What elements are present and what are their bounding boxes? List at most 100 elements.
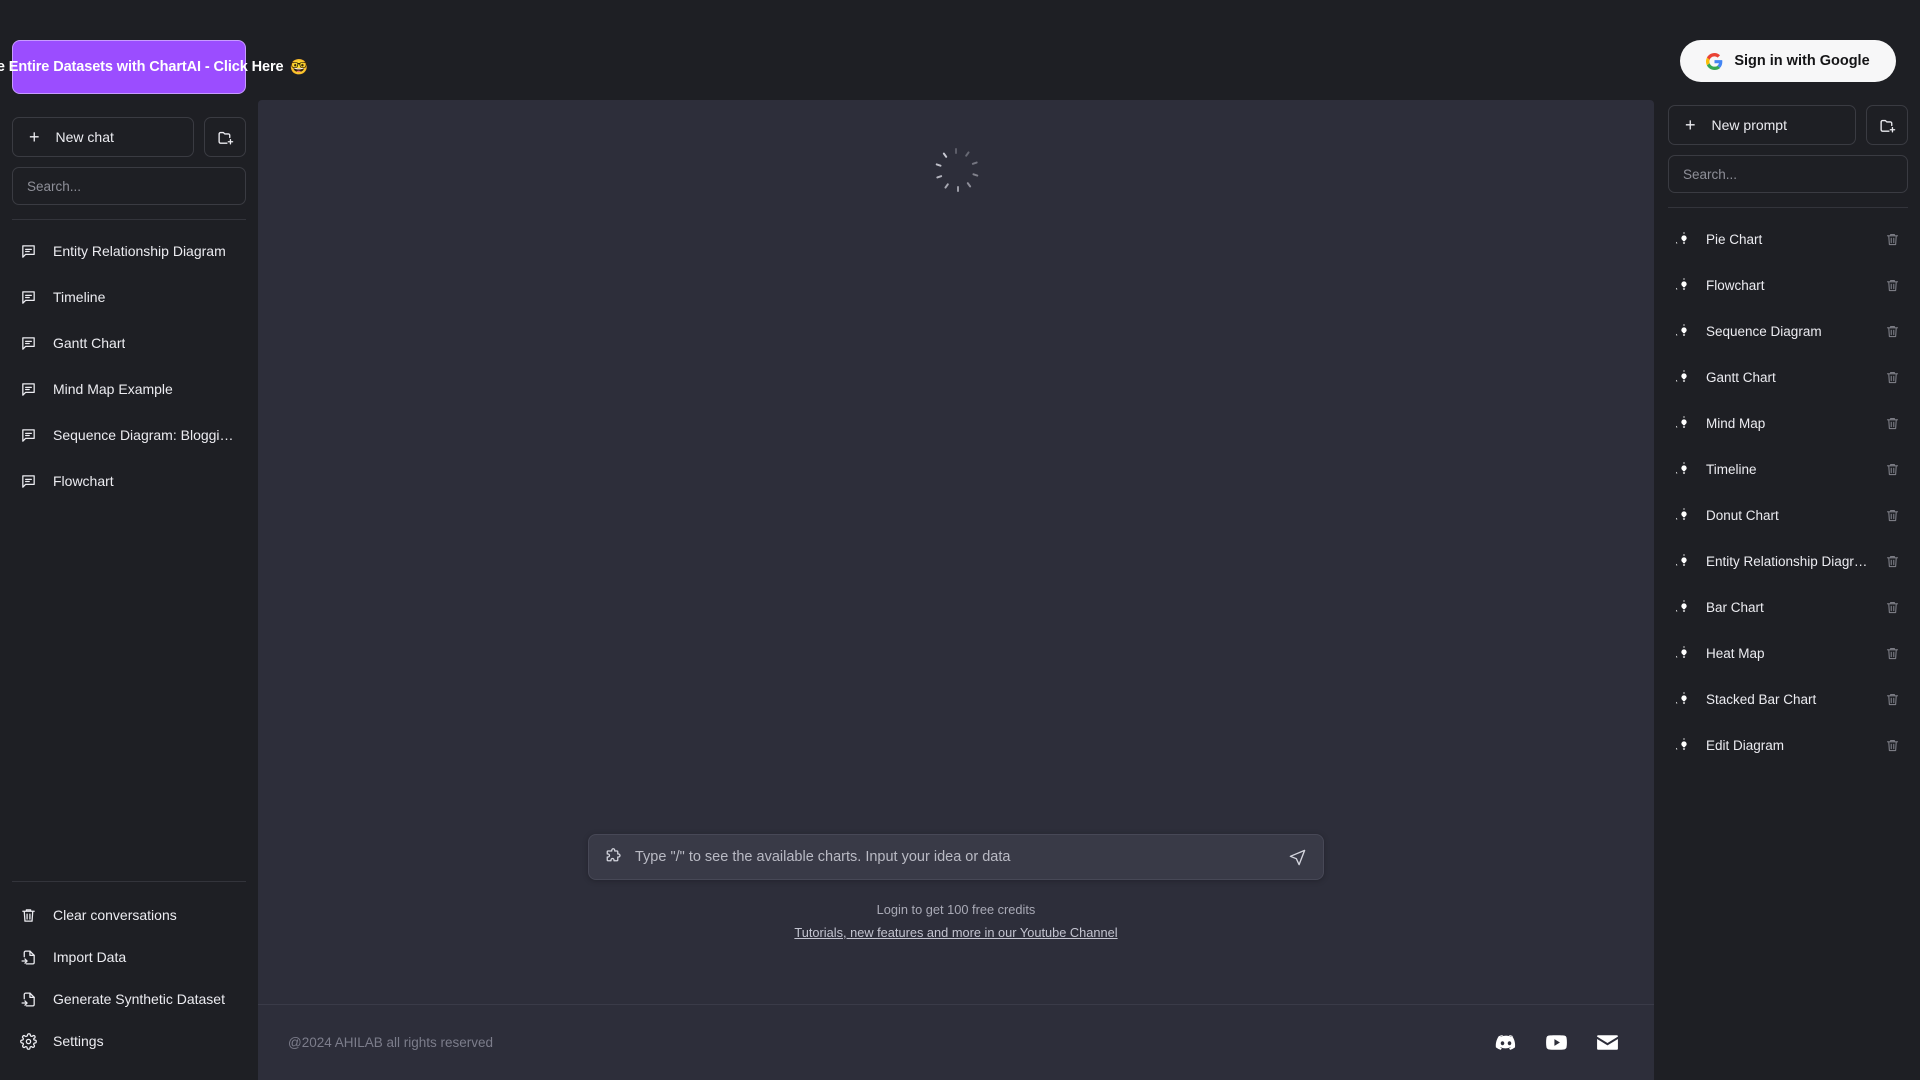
lightbulb-icon (1676, 461, 1692, 477)
composer-zone: Login to get 100 free credits Tutorials,… (258, 834, 1654, 1004)
generate-synthetic-dataset-button[interactable]: Generate Synthetic Dataset (12, 978, 246, 1020)
sidebar-actions-divider (12, 881, 246, 882)
right-sidebar: Sign in with Google + New prompt Search.… (1656, 0, 1920, 1080)
new-prompt-folder-button[interactable] (1866, 105, 1908, 145)
sidebar-search[interactable] (12, 167, 246, 205)
prompt-item-label: Gantt Chart (1706, 369, 1776, 385)
discord-icon[interactable] (1494, 1031, 1518, 1055)
tutorial-link[interactable]: Tutorials, new features and more in our … (794, 925, 1117, 940)
search-input[interactable] (27, 178, 231, 194)
lightbulb-icon (1676, 737, 1692, 753)
prompt-item[interactable]: Timeline (1668, 450, 1908, 488)
email-icon[interactable] (1595, 1030, 1620, 1055)
settings-button[interactable]: Settings (12, 1020, 246, 1062)
message-icon (20, 427, 37, 444)
prompt-item[interactable]: Mind Map (1668, 404, 1908, 442)
prompt-search-input[interactable] (1683, 166, 1893, 182)
message-icon (20, 473, 37, 490)
delete-prompt-button[interactable] (1885, 738, 1900, 753)
prompt-item-label: Mind Map (1706, 415, 1766, 431)
prompt-item[interactable]: Sequence Diagram (1668, 312, 1908, 350)
prompt-item[interactable]: Flowchart (1668, 266, 1908, 304)
prompt-item-label: Flowchart (1706, 277, 1765, 293)
chat-item[interactable]: Timeline (12, 278, 246, 316)
lightbulb-icon (1676, 415, 1692, 431)
prompt-item-label: Bar Chart (1706, 599, 1764, 615)
new-prompt-label: New prompt (1711, 117, 1787, 133)
new-folder-button[interactable] (204, 117, 246, 157)
sign-in-label: Sign in with Google (1734, 53, 1870, 69)
delete-prompt-button[interactable] (1885, 370, 1900, 385)
delete-prompt-button[interactable] (1885, 692, 1900, 707)
plus-icon: + (29, 127, 40, 147)
prompt-item[interactable]: Entity Relationship Diagram (1668, 542, 1908, 580)
lightbulb-icon (1676, 553, 1692, 569)
import-data-button[interactable]: Import Data (12, 936, 246, 978)
sign-in-with-google-button[interactable]: Sign in with Google (1680, 40, 1896, 82)
delete-prompt-button[interactable] (1885, 554, 1900, 569)
youtube-icon[interactable] (1544, 1030, 1569, 1055)
lightbulb-icon (1676, 691, 1692, 707)
chat-item-label: Flowchart (53, 473, 114, 489)
promo-banner-label: Analyse Entire Datasets with ChartAI - C… (0, 59, 284, 75)
chat-composer[interactable] (588, 834, 1324, 880)
prompt-item[interactable]: Pie Chart (1668, 220, 1908, 258)
promo-banner[interactable]: Analyse Entire Datasets with ChartAI - C… (0, 40, 308, 94)
prompt-item[interactable]: Edit Diagram (1668, 726, 1908, 764)
prompt-item[interactable]: Heat Map (1668, 634, 1908, 672)
prompt-item[interactable]: Donut Chart (1668, 496, 1908, 534)
delete-prompt-button[interactable] (1885, 508, 1900, 523)
chat-item[interactable]: Mind Map Example (12, 370, 246, 408)
send-icon[interactable] (1288, 848, 1307, 867)
delete-prompt-button[interactable] (1885, 324, 1900, 339)
spinner-icon (935, 148, 979, 192)
chat-input[interactable] (635, 849, 1288, 865)
prompt-item-label: Entity Relationship Diagram (1706, 553, 1871, 569)
chat-item-label: Timeline (53, 289, 106, 305)
delete-prompt-button[interactable] (1885, 278, 1900, 293)
new-chat-button[interactable]: + New chat (12, 117, 194, 157)
prompt-list: Pie Chart Flowchart Sequence Diagram Gan… (1668, 220, 1908, 772)
lightbulb-icon (1676, 277, 1692, 293)
prompt-item[interactable]: Bar Chart (1668, 588, 1908, 626)
sidebar-actions: Clear conversations Import Data Generate… (12, 881, 246, 1080)
delete-prompt-button[interactable] (1885, 600, 1900, 615)
prompt-item[interactable]: Gantt Chart (1668, 358, 1908, 396)
chat-item[interactable]: Gantt Chart (12, 324, 246, 362)
chat-item[interactable]: Flowchart (12, 462, 246, 500)
left-sidebar: Analyse Entire Datasets with ChartAI - C… (0, 0, 308, 1080)
new-chat-label: New chat (55, 129, 114, 145)
chat-item[interactable]: Entity Relationship Diagram (12, 232, 246, 270)
chat-item-label: Sequence Diagram: Blogging ... (53, 427, 238, 443)
app-root: Analyse Entire Datasets with ChartAI - C… (0, 0, 1920, 1080)
prompt-item-label: Timeline (1706, 461, 1757, 477)
prompt-item-label: Heat Map (1706, 645, 1765, 661)
prompt-item-label: Stacked Bar Chart (1706, 691, 1817, 707)
folder-plus-icon (217, 129, 234, 146)
delete-prompt-button[interactable] (1885, 646, 1900, 661)
lightbulb-icon (1676, 507, 1692, 523)
chat-item[interactable]: Sequence Diagram: Blogging ... (12, 416, 246, 454)
puzzle-piece-icon[interactable] (605, 848, 623, 866)
trash-icon (20, 907, 37, 924)
new-prompt-button[interactable]: + New prompt (1668, 105, 1856, 145)
signin-wrapper: Sign in with Google (1668, 40, 1908, 82)
lightbulb-icon (1676, 323, 1692, 339)
prompt-item-label: Donut Chart (1706, 507, 1779, 523)
file-import-icon (20, 949, 37, 966)
chat-list: Entity Relationship Diagram Timeline Gan… (12, 232, 246, 881)
prompt-item-label: Pie Chart (1706, 231, 1763, 247)
rightbar-top-row: + New prompt (1668, 105, 1908, 145)
prompt-item[interactable]: Stacked Bar Chart (1668, 680, 1908, 718)
delete-prompt-button[interactable] (1885, 462, 1900, 477)
clear-conversations-button[interactable]: Clear conversations (12, 894, 246, 936)
delete-prompt-button[interactable] (1885, 416, 1900, 431)
delete-prompt-button[interactable] (1885, 232, 1900, 247)
chat-item-label: Gantt Chart (53, 335, 126, 351)
clear-conversations-label: Clear conversations (53, 907, 177, 923)
sidebar-top-row: + New chat (12, 117, 246, 157)
credits-text: Login to get 100 free credits (876, 902, 1036, 917)
file-import-icon (20, 991, 37, 1008)
rightbar-search[interactable] (1668, 155, 1908, 193)
generate-synthetic-dataset-label: Generate Synthetic Dataset (53, 991, 225, 1007)
